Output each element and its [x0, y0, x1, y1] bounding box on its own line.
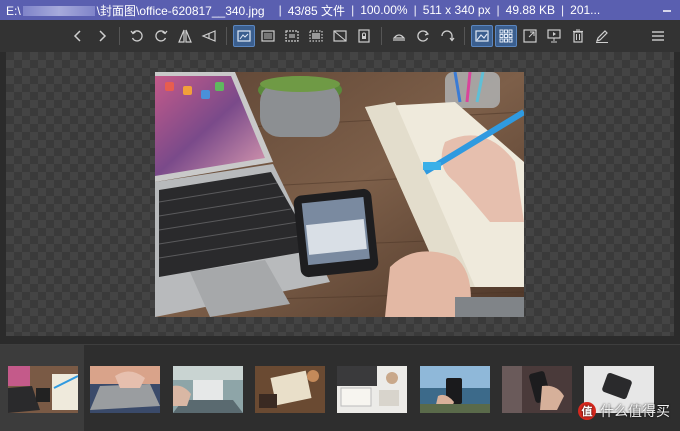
fit-width-icon: [261, 30, 275, 42]
thumbnail[interactable]: [90, 366, 160, 413]
crop-icon: [333, 30, 347, 42]
file-index: 43/85 文件: [287, 3, 346, 18]
fit-window-icon: [237, 30, 251, 42]
adjust-icon: [392, 34, 406, 41]
fit-width-button[interactable]: [257, 25, 279, 47]
delete-button[interactable]: [567, 25, 589, 47]
lock-icon: [358, 29, 370, 43]
crop-button[interactable]: [329, 25, 351, 47]
image-view-icon: [475, 30, 489, 42]
title-bar: E:\ \封面图\office-620817__340.jpg | 43/85 文…: [0, 0, 680, 20]
lock-button[interactable]: [353, 25, 375, 47]
transform-group: [125, 25, 221, 47]
edit-group: [387, 25, 459, 47]
image-view-button[interactable]: [471, 25, 493, 47]
rotate-left-icon: [130, 30, 143, 42]
watermark-logo: 值: [578, 402, 596, 420]
watermark: 值 什么值得买: [578, 401, 670, 421]
fullscreen-button[interactable]: [519, 25, 541, 47]
toolbar: [0, 20, 680, 52]
fill-button[interactable]: [305, 25, 327, 47]
actual-size-button[interactable]: [281, 25, 303, 47]
thumbnail-image: [255, 366, 325, 413]
chevron-right-icon: [99, 30, 107, 42]
thumbnail[interactable]: [337, 366, 407, 413]
thumbnail-image: [420, 366, 490, 413]
refresh-button[interactable]: [412, 25, 434, 47]
thumbnail-image: [173, 366, 243, 413]
redo-button[interactable]: [436, 25, 458, 47]
grid-view-button[interactable]: [495, 25, 517, 47]
flip-vertical-icon: [201, 30, 216, 42]
zoom-group: [232, 25, 376, 47]
minimize-button[interactable]: [654, 0, 680, 20]
menu-button[interactable]: [647, 25, 669, 47]
rotate-right-icon: [155, 30, 168, 42]
image-viewer[interactable]: [6, 52, 674, 336]
rotate-right-button[interactable]: [150, 25, 172, 47]
thumbnail[interactable]: [8, 366, 78, 413]
thumbnail-strip: 值 什么值得买: [0, 344, 680, 431]
fit-window-button[interactable]: [233, 25, 255, 47]
flip-horizontal-icon: [178, 29, 192, 43]
image-dimensions: 511 x 340 px: [422, 3, 491, 17]
thumbnail-image: [90, 366, 160, 413]
thumbnail[interactable]: [420, 366, 490, 413]
refresh-icon: [417, 30, 430, 42]
thumbnail[interactable]: [173, 366, 243, 413]
flip-horizontal-button[interactable]: [174, 25, 196, 47]
watermark-text: 什么值得买: [600, 403, 670, 419]
flip-vertical-button[interactable]: [198, 25, 220, 47]
file-date: 201...: [570, 3, 601, 17]
fullscreen-icon: [523, 29, 537, 43]
office-photo: [155, 72, 524, 317]
chevron-left-icon: [73, 30, 81, 42]
slideshow-icon: [547, 29, 561, 43]
thumbnail[interactable]: [255, 366, 325, 413]
menu-icon: [652, 31, 664, 41]
redacted-path: [22, 6, 95, 17]
adjust-button[interactable]: [388, 25, 410, 47]
edit-icon: [596, 30, 608, 43]
thumbnail[interactable]: [502, 366, 572, 413]
main-image[interactable]: [155, 72, 524, 317]
view-group: [470, 25, 614, 47]
zoom-level: 100.00%: [360, 3, 408, 17]
rotate-left-button[interactable]: [126, 25, 148, 47]
next-button[interactable]: [91, 25, 113, 47]
thumbnail-image: [8, 366, 78, 413]
previous-button[interactable]: [67, 25, 89, 47]
minimize-icon: [663, 10, 671, 12]
thumbnail-image: [337, 366, 407, 413]
nav-group: [66, 25, 114, 47]
fill-icon: [309, 30, 323, 42]
edit-button[interactable]: [591, 25, 613, 47]
file-path: E:\ \封面图\office-620817__340.jpg: [6, 3, 265, 18]
slideshow-button[interactable]: [543, 25, 565, 47]
file-size: 49.88 KB: [505, 3, 556, 17]
trash-icon: [573, 29, 583, 43]
redo-icon: [441, 30, 455, 42]
thumbnail-image: [502, 366, 572, 413]
actual-size-icon: [285, 30, 299, 42]
grid-view-icon: [499, 29, 513, 43]
